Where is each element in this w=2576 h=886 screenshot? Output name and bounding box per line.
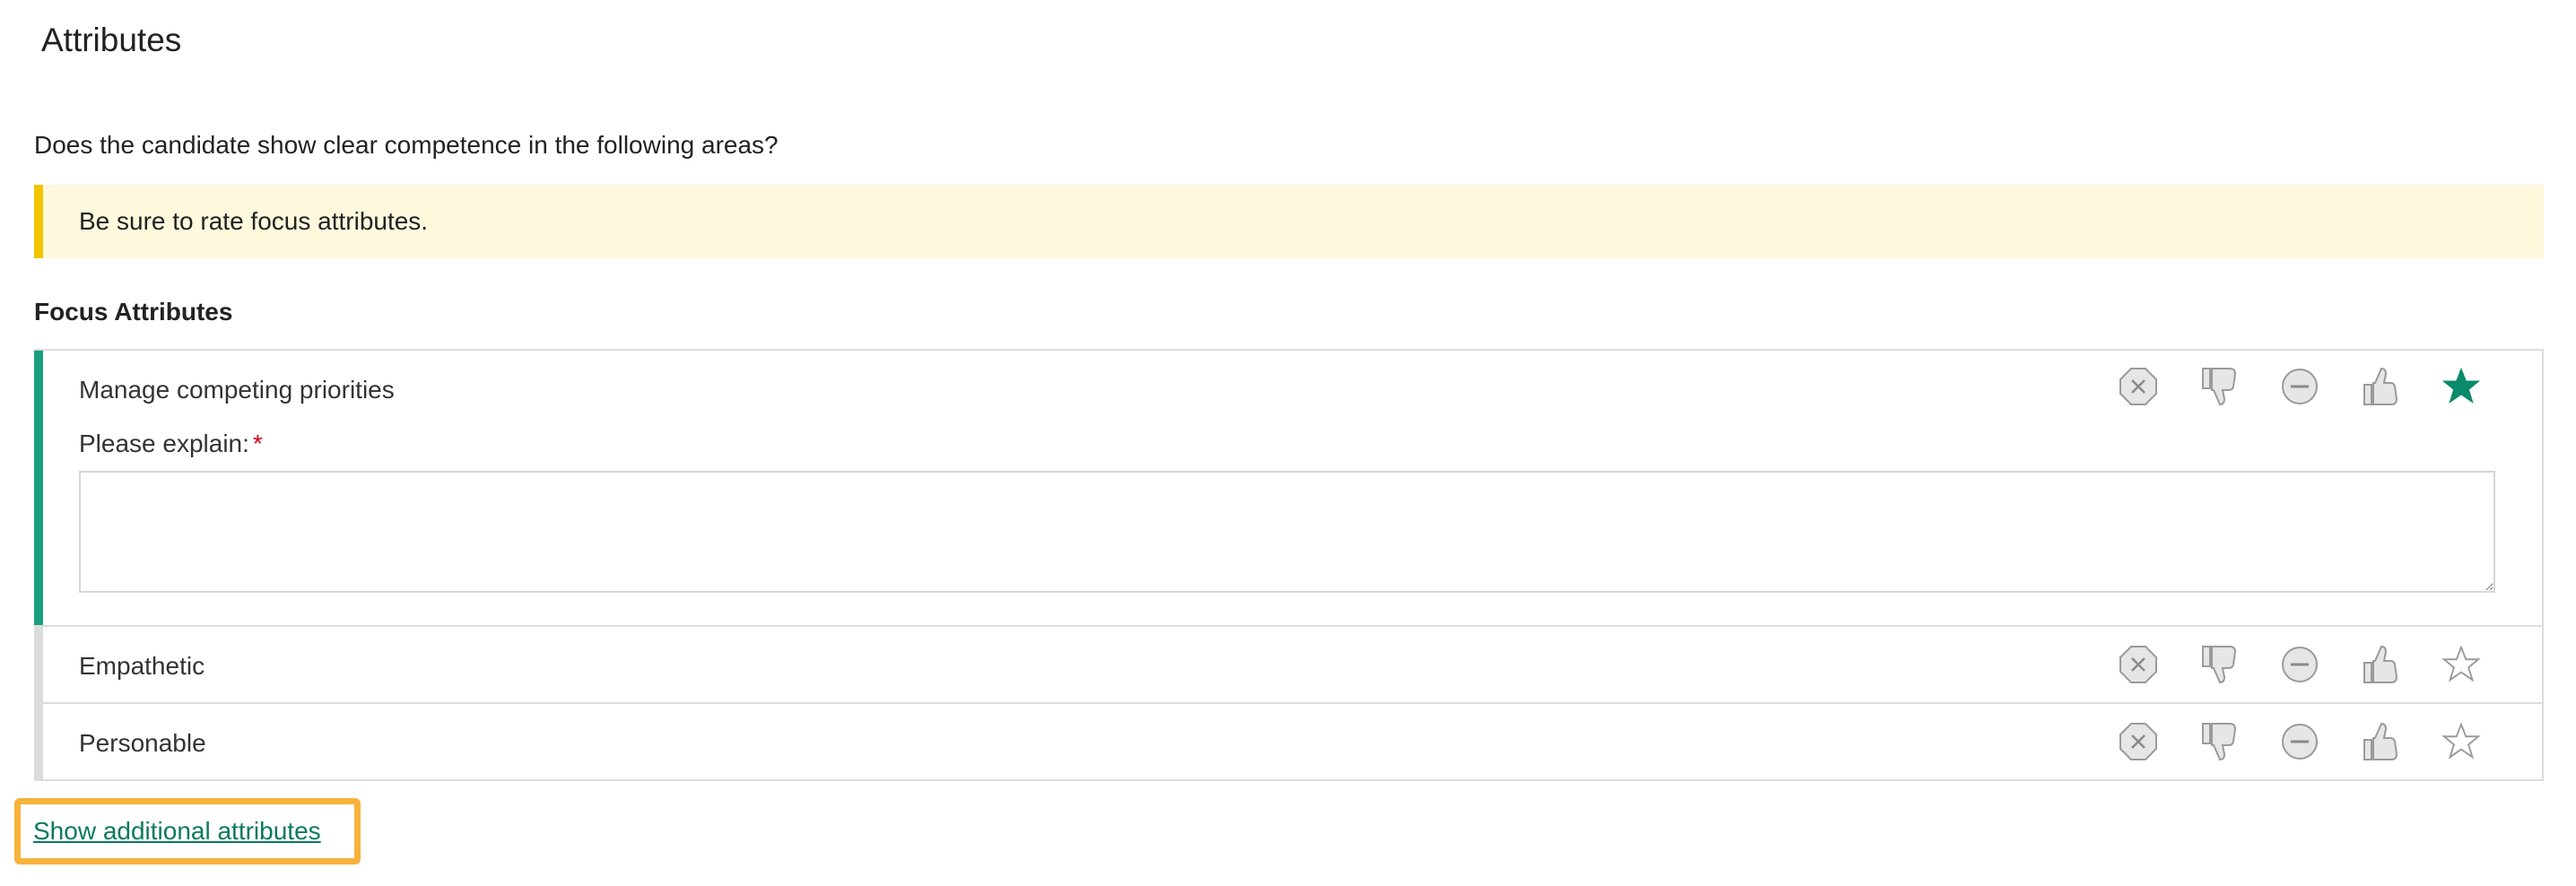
explain-textarea[interactable] bbox=[79, 471, 2495, 593]
show-additional-attributes-link[interactable]: Show additional attributes bbox=[33, 817, 321, 846]
thumbs-up-icon[interactable] bbox=[2361, 365, 2400, 408]
focus-attributes-heading: Focus Attributes bbox=[34, 298, 233, 326]
attribute-name: Manage competing priorities bbox=[79, 376, 395, 404]
thumbs-down-icon[interactable] bbox=[2199, 720, 2239, 763]
definitely-not-icon[interactable] bbox=[2119, 720, 2158, 763]
attribute-row-empathetic: Empathetic bbox=[34, 625, 2542, 702]
star-icon[interactable] bbox=[2441, 720, 2481, 763]
notice-text: Be sure to rate focus attributes. bbox=[79, 207, 429, 235]
definitely-not-icon[interactable] bbox=[2119, 365, 2158, 408]
attribute-name: Personable bbox=[79, 729, 206, 757]
attribute-row-personable: Personable bbox=[34, 702, 2542, 779]
focus-attributes-list: Manage competing priorities Please expla… bbox=[34, 349, 2544, 781]
attribute-row-manage-competing-priorities: Manage competing priorities Please expla… bbox=[34, 351, 2542, 625]
mixed-icon[interactable] bbox=[2280, 365, 2319, 408]
page-title: Attributes bbox=[41, 22, 182, 58]
rate-focus-notice: Be sure to rate focus attributes. bbox=[34, 185, 2544, 258]
thumbs-down-icon[interactable] bbox=[2199, 643, 2239, 686]
required-asterisk: * bbox=[252, 430, 263, 457]
mixed-icon[interactable] bbox=[2280, 643, 2319, 686]
attribute-name: Empathetic bbox=[79, 652, 205, 680]
rating-buttons bbox=[2119, 643, 2481, 686]
show-additional-highlight: Show additional attributes bbox=[14, 798, 361, 864]
thumbs-up-icon[interactable] bbox=[2361, 643, 2400, 686]
star-icon[interactable] bbox=[2441, 643, 2481, 686]
rating-buttons bbox=[2119, 720, 2481, 763]
explain-label: Please explain: * bbox=[79, 430, 263, 457]
competence-question: Does the candidate show clear competence… bbox=[34, 131, 779, 159]
star-icon-selected[interactable] bbox=[2441, 365, 2481, 408]
mixed-icon[interactable] bbox=[2280, 720, 2319, 763]
rating-buttons bbox=[2119, 365, 2481, 408]
definitely-not-icon[interactable] bbox=[2119, 643, 2158, 686]
thumbs-up-icon[interactable] bbox=[2361, 720, 2400, 763]
thumbs-down-icon[interactable] bbox=[2199, 365, 2239, 408]
